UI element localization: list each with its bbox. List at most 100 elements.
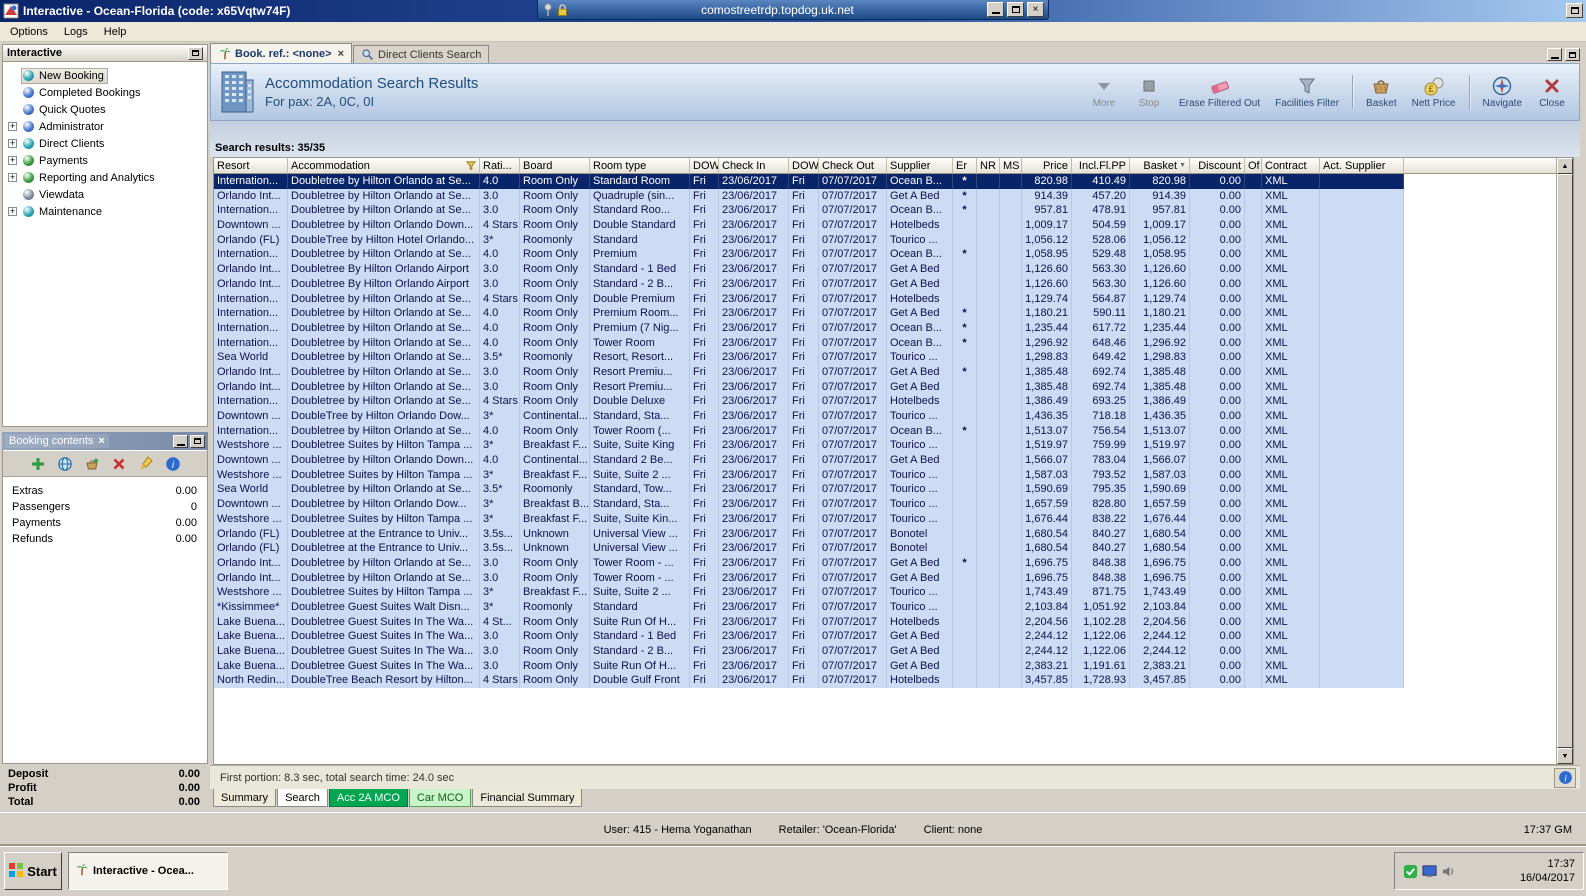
table-row[interactable]: Downtown ... Doubletree by Hilton Orlando… [214,453,1404,468]
column-header-rati[interactable]: Rati... [480,158,520,174]
column-header-resort[interactable]: Resort [214,158,288,174]
column-header-basket[interactable]: Basket ▼ [1130,158,1190,174]
delete-icon[interactable] [110,455,128,473]
tray-volume-icon[interactable] [1441,864,1456,879]
window-restore-button[interactable] [1566,3,1583,18]
info-icon[interactable]: i [164,455,182,473]
bottom-tab-search[interactable]: Search [277,789,328,807]
menu-item-help[interactable]: Help [96,24,135,40]
column-header-dow[interactable]: DOW [789,158,819,174]
table-row[interactable]: Internation... Doubletree by Hilton Orlan… [214,335,1404,351]
tab-book-ref-none[interactable]: Book. ref.: <none> × [210,43,353,63]
table-row[interactable]: Internation... Doubletree by Hilton Orlan… [214,306,1404,321]
scroll-down-button[interactable]: ▼ [1557,748,1573,764]
expand-icon[interactable]: + [8,173,17,182]
toolbar-erase-filtered-out[interactable]: Erase Filtered Out [1175,74,1264,110]
table-row[interactable]: Orlando Int... Doubletree by Hilton Orlan… [214,379,1404,395]
table-row[interactable]: Westshore ... Doubletree Suites by Hilton… [214,585,1404,600]
scroll-up-button[interactable]: ▲ [1557,158,1573,174]
column-header-incl-fl-pp[interactable]: Incl.Fl.PP [1072,158,1130,174]
column-header-dow[interactable]: DOW [690,158,719,174]
vertical-scrollbar[interactable]: ▲ ▼ [1556,158,1573,764]
start-button[interactable]: Start [4,852,62,890]
table-row[interactable]: Orlando Int... Doubletree By Hilton Orlan… [214,276,1404,292]
table-row[interactable]: Internation... Doubletree by Hilton Orlan… [214,394,1404,409]
toolbar-more[interactable]: More [1085,74,1123,110]
column-header-er[interactable]: Er [953,158,977,174]
column-header-ms[interactable]: MS [1000,158,1022,174]
table-row[interactable]: Orlando (FL) Doubletree at the Entrance t… [214,541,1404,556]
filter-funnel-icon[interactable] [464,160,476,171]
booking-row-refunds[interactable]: Refunds 0.00 [3,531,207,547]
sidebar-item-new-booking[interactable]: New Booking [3,67,207,84]
sidebar-item-direct-clients[interactable]: + Direct Clients [3,135,207,152]
basket-add-icon[interactable] [83,455,101,473]
scrollbar-thumb[interactable] [1557,174,1573,748]
rdp-restore-button[interactable] [1007,2,1024,17]
table-row[interactable]: Westshore ... Doubletree Suites by Hilton… [214,467,1404,483]
sidebar-collapse-button[interactable] [188,46,203,60]
tray-display-icon[interactable] [1422,864,1437,879]
bottom-tab-summary[interactable]: Summary [213,789,277,807]
sidebar-item-quick-quotes[interactable]: Quick Quotes [3,101,207,118]
globe-icon[interactable] [56,455,74,473]
booking-row-extras[interactable]: Extras 0.00 [3,483,207,499]
table-row[interactable]: Lake Buena... Doubletree Guest Suites In … [214,658,1404,674]
booking-row-payments[interactable]: Payments 0.00 [3,515,207,531]
sidebar-item-reporting-and-analytics[interactable]: + Reporting and Analytics [3,169,207,186]
toolbar-stop[interactable]: Stop [1130,74,1168,110]
toolbar-close[interactable]: Close [1533,74,1571,110]
expand-icon[interactable]: + [8,122,17,131]
expand-icon[interactable]: + [8,207,17,216]
table-row[interactable]: Orlando Int... Doubletree by Hilton Orlan… [214,188,1404,204]
table-row[interactable]: Orlando Int... Doubletree by Hilton Orlan… [214,570,1404,586]
add-icon[interactable] [29,455,47,473]
column-header-accommodation[interactable]: Accommodation [288,158,480,174]
rdp-minimize-button[interactable] [987,2,1004,17]
expand-icon[interactable]: + [8,156,17,165]
booking-row-passengers[interactable]: Passengers 0 [3,499,207,515]
menu-item-logs[interactable]: Logs [56,24,96,40]
mdi-minimize-button[interactable] [1547,48,1562,61]
table-row[interactable]: Internation... Doubletree by Hilton Orlan… [214,247,1404,263]
column-header-room-type[interactable]: Room type [590,158,690,174]
table-row[interactable]: Orlando (FL) DoubleTree by Hilton Hotel O… [214,232,1404,248]
table-row[interactable]: Downtown ... DoubleTree by Hilton Orlando… [214,409,1404,424]
booking-contents-tab[interactable]: Booking contents × [5,434,109,448]
table-row[interactable]: Orlando Int... Doubletree by Hilton Orlan… [214,364,1404,380]
table-row[interactable]: Orlando Int... Doubletree By Hilton Orlan… [214,262,1404,277]
table-row[interactable]: Internation... Doubletree by Hilton Orlan… [214,320,1404,336]
table-row[interactable]: Lake Buena... Doubletree Guest Suites In … [214,614,1404,630]
column-header-check-in[interactable]: Check In [719,158,789,174]
table-row[interactable]: Westshore ... Doubletree Suites by Hilton… [214,511,1404,527]
sidebar-item-maintenance[interactable]: + Maintenance [3,203,207,220]
expand-icon[interactable]: + [8,139,17,148]
table-row[interactable]: Orlando (FL) Doubletree at the Entrance t… [214,526,1404,542]
tab-direct-clients-search[interactable]: Direct Clients Search [353,45,490,63]
menu-item-options[interactable]: Options [2,24,56,40]
clean-icon[interactable] [137,455,155,473]
taskbar-task-button[interactable]: Interactive - Ocea... [68,852,228,890]
column-header-act-supplier[interactable]: Act. Supplier [1320,158,1404,174]
rdp-close-button[interactable]: × [1027,2,1044,17]
column-header-contract[interactable]: Contract [1262,158,1320,174]
column-header-check-out[interactable]: Check Out [819,158,887,174]
column-header-price[interactable]: Price [1022,158,1072,174]
table-row[interactable]: Sea World Doubletree by Hilton Orlando at… [214,482,1404,498]
tab-close-icon[interactable]: × [338,48,344,60]
table-row[interactable]: Downtown ... Doubletree by Hilton Orlando… [214,218,1404,233]
table-row[interactable]: Sea World Doubletree by Hilton Orlando at… [214,350,1404,365]
sidebar-item-administrator[interactable]: + Administrator [3,118,207,135]
mdi-restore-button[interactable] [1565,48,1580,61]
sidebar-item-completed-bookings[interactable]: Completed Bookings [3,84,207,101]
table-row[interactable]: Internation... Doubletree by Hilton Orlan… [214,291,1404,307]
table-row[interactable]: Downtown ... Doubletree by Hilton Orlando… [214,497,1404,512]
table-row[interactable]: Orlando Int... Doubletree by Hilton Orlan… [214,555,1404,571]
table-row[interactable]: North Redin... DoubleTree Beach Resort by… [214,673,1404,689]
pin-icon[interactable] [542,2,554,17]
booking-contents-minimize-button[interactable] [173,434,188,448]
table-row[interactable]: Internation... Doubletree by Hilton Orlan… [214,174,1404,189]
column-header-board[interactable]: Board [520,158,590,174]
toolbar-nett-price[interactable]: £ Nett Price [1408,74,1460,110]
tray-status-icon[interactable] [1403,864,1418,879]
